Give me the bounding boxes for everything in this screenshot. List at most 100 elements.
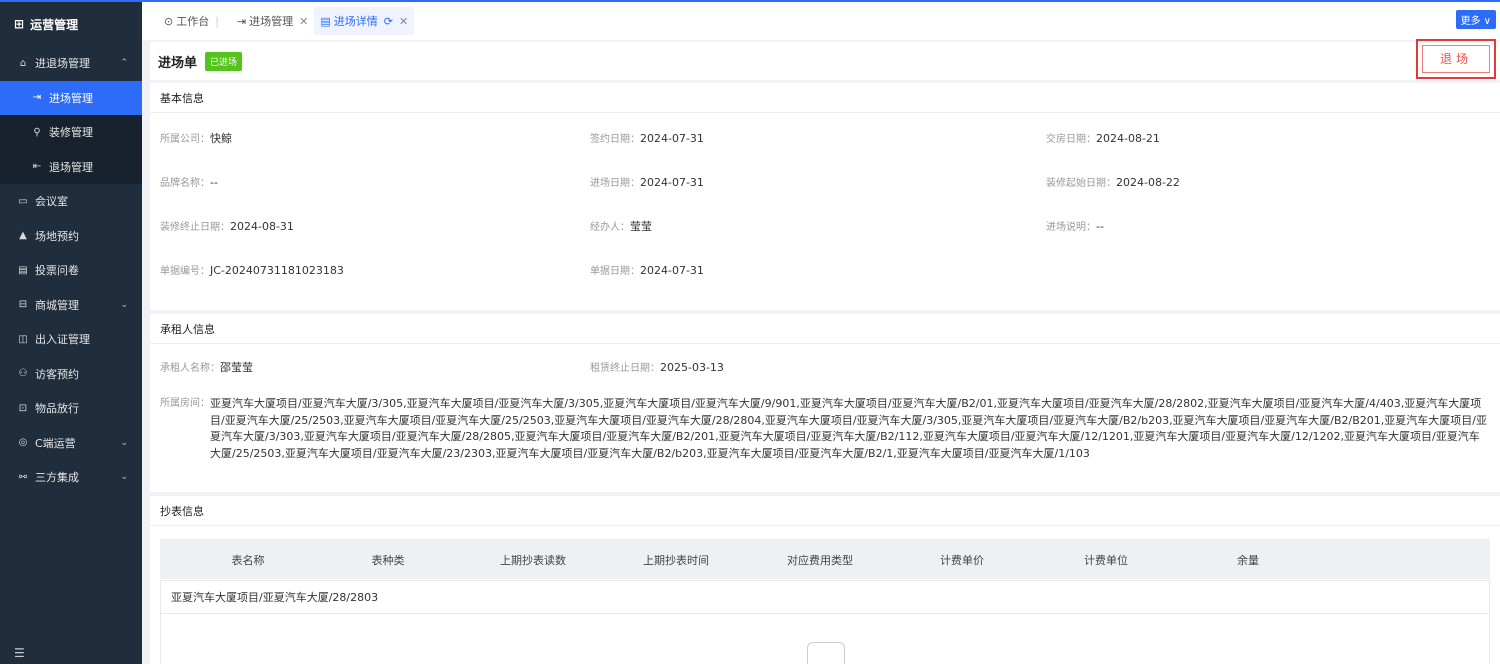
sidebar-item-c-operation[interactable]: ◎ C端运营 ⌄ bbox=[0, 426, 142, 461]
column-header: 上期抄表时间 bbox=[643, 554, 709, 567]
section-title: 承租人信息 bbox=[150, 314, 1500, 344]
tab-entry-management[interactable]: ⇥ 进场管理 ✕ bbox=[231, 7, 314, 35]
field-document-date: 单据日期：2024-07-31 bbox=[590, 262, 704, 277]
field-sign-date: 签约日期：2024-07-31 bbox=[590, 130, 704, 145]
entry-icon: ⇥ bbox=[236, 14, 247, 28]
shop-icon: ⊟ bbox=[18, 299, 28, 311]
table-empty-area bbox=[160, 614, 1490, 664]
main-content: 进场单 已进场 退场 基本信息 所属公司：快鲸 签约日期：2024-07-31 … bbox=[150, 39, 1500, 664]
sidebar-item-exit[interactable]: ⇤ 退场管理 bbox=[0, 149, 142, 184]
sidebar-item-label: 退场管理 bbox=[49, 160, 93, 174]
column-header: 表种类 bbox=[371, 554, 405, 567]
collapse-menu-icon[interactable]: ☰ bbox=[14, 646, 25, 660]
table-group-row: 亚夏汽车大厦项目/亚夏汽车大厦/28/2803 bbox=[160, 580, 1490, 614]
meter-info-section: 抄表信息 表名称 表种类 上期抄表读数 上期抄表时间 对应费用类型 计费单价 计… bbox=[150, 496, 1500, 664]
sidebar-item-label: 商城管理 bbox=[35, 298, 79, 312]
section-title: 基本信息 bbox=[150, 83, 1500, 113]
field-value: 2025-03-13 bbox=[660, 361, 724, 374]
chevron-down-icon: ⌄ bbox=[120, 437, 128, 448]
column-header: 对应费用类型 bbox=[787, 554, 853, 567]
field-renovation-start: 装修起始日期：2024-08-22 bbox=[1046, 174, 1180, 189]
column-header: 余量 bbox=[1237, 554, 1259, 567]
field-value: 快鲸 bbox=[210, 132, 232, 145]
sidebar-item-vote-survey[interactable]: ▤ 投票问卷 bbox=[0, 253, 142, 288]
tenant-info-section: 承租人信息 承租人名称：邵莹莹 租赁终止日期：2025-03-13 所属房间： … bbox=[150, 314, 1500, 492]
sidebar-item-label: 物品放行 bbox=[35, 402, 79, 416]
refresh-icon[interactable]: ⟳ bbox=[384, 15, 393, 28]
field-tenant-name: 承租人名称：邵莹莹 bbox=[160, 359, 253, 375]
grid-icon: ⊞ bbox=[14, 17, 25, 31]
sidebar-item-label: 三方集成 bbox=[35, 471, 79, 485]
field-value: -- bbox=[1096, 220, 1104, 233]
field-label: 交房日期： bbox=[1046, 134, 1096, 145]
card-icon: ◫ bbox=[18, 333, 28, 345]
sidebar-item-label: 进场管理 bbox=[49, 91, 93, 105]
field-label: 租赁终止日期： bbox=[590, 363, 660, 374]
tab-workbench[interactable]: ⊙ 工作台 | bbox=[158, 7, 231, 35]
column-header: 上期抄表读数 bbox=[500, 554, 566, 567]
sidebar-item-goods-release[interactable]: ⊡ 物品放行 bbox=[0, 391, 142, 426]
more-tabs-button[interactable]: 更多 ∨ bbox=[1455, 10, 1496, 29]
chevron-down-icon: ⌄ bbox=[120, 299, 128, 310]
sidebar-item-venue-booking[interactable]: ▲ 场地预约 bbox=[0, 219, 142, 254]
field-value: 2024-07-31 bbox=[640, 132, 704, 145]
sidebar-item-label: 投票问卷 bbox=[35, 264, 79, 278]
field-value: 2024-07-31 bbox=[640, 264, 704, 277]
chevron-up-icon: ⌃ bbox=[120, 58, 128, 69]
sidebar-item-label: 会议室 bbox=[35, 195, 68, 209]
field-label: 单据编号： bbox=[160, 266, 210, 277]
sidebar-item-mall[interactable]: ⊟ 商城管理 ⌄ bbox=[0, 288, 142, 323]
sidebar-item-entry-exit[interactable]: ⌂ 进退场管理 ⌃ bbox=[0, 46, 142, 81]
exit-button[interactable]: 退场 bbox=[1422, 45, 1490, 73]
empty-box-icon bbox=[807, 642, 845, 664]
sidebar-header-operations[interactable]: ⊞ 运营管理 bbox=[0, 2, 142, 46]
sidebar-item-label: 装修管理 bbox=[49, 126, 93, 140]
tab-entry-detail[interactable]: ▤ 进场详情 ⟳ ✕ bbox=[314, 7, 415, 35]
field-entry-date: 进场日期：2024-07-31 bbox=[590, 174, 704, 189]
sidebar-item-label: C端运营 bbox=[35, 436, 76, 450]
sidebar-item-integration[interactable]: ⚯ 三方集成 ⌄ bbox=[0, 460, 142, 495]
field-handover-date: 交房日期：2024-08-21 bbox=[1046, 130, 1160, 145]
sidebar-item-label: 访客预约 bbox=[35, 367, 79, 381]
status-badge: 已进场 bbox=[205, 51, 243, 71]
field-rooms: 所属房间： 亚夏汽车大厦项目/亚夏汽车大厦/3/305,亚夏汽车大厦项目/亚夏汽… bbox=[160, 396, 1490, 462]
sidebar-item-visitor[interactable]: ⚇ 访客预约 bbox=[0, 357, 142, 392]
field-label: 进场日期： bbox=[590, 178, 640, 189]
document-header: 进场单 已进场 退场 bbox=[150, 39, 1500, 80]
field-entry-note: 进场说明：-- bbox=[1046, 218, 1104, 233]
link-icon: ⚯ bbox=[18, 471, 28, 483]
sidebar-item-renovation[interactable]: ⚲ 装修管理 bbox=[0, 115, 142, 150]
sidebar-item-label: 出入证管理 bbox=[35, 333, 90, 347]
sidebar-item-meeting-room[interactable]: ▭ 会议室 bbox=[0, 184, 142, 219]
sidebar-item-pass[interactable]: ◫ 出入证管理 bbox=[0, 322, 142, 357]
field-value: 2024-07-31 bbox=[640, 176, 704, 189]
close-icon[interactable]: ✕ bbox=[399, 15, 408, 28]
sidebar-item-entry[interactable]: ⇥ 进场管理 bbox=[0, 80, 142, 115]
column-header: 计费单价 bbox=[940, 554, 984, 567]
column-header: 计费单位 bbox=[1084, 554, 1128, 567]
field-label: 进场说明： bbox=[1046, 222, 1096, 233]
field-brand: 品牌名称：-- bbox=[160, 174, 218, 189]
document-icon: ▤ bbox=[320, 14, 331, 28]
field-value: -- bbox=[210, 176, 218, 189]
close-icon[interactable]: ✕ bbox=[299, 15, 308, 28]
tab-bar: ⊙ 工作台 | ⇥ 进场管理 ✕ ▤ 进场详情 ⟳ ✕ 更多 ∨ bbox=[142, 0, 1500, 40]
tab-label: 进场详情 bbox=[333, 15, 378, 28]
table-header: 表名称 表种类 上期抄表读数 上期抄表时间 对应费用类型 计费单价 计费单位 余… bbox=[160, 539, 1490, 579]
user-icon: ▲ bbox=[19, 230, 27, 242]
home-icon: ⌂ bbox=[19, 57, 27, 69]
field-handler: 经办人：莹莹 bbox=[590, 218, 652, 234]
field-label: 所属公司： bbox=[160, 134, 210, 145]
field-value: 莹莹 bbox=[630, 220, 652, 233]
tab-label: 进场管理 bbox=[249, 15, 294, 28]
field-value: JC-20240731181023183 bbox=[210, 264, 344, 277]
target-icon: ◎ bbox=[18, 437, 28, 449]
field-label: 承租人名称： bbox=[160, 363, 220, 374]
field-renovation-end: 装修终止日期：2024-08-31 bbox=[160, 218, 294, 233]
field-label: 装修起始日期： bbox=[1046, 178, 1116, 189]
dashboard-icon: ⊙ bbox=[164, 14, 174, 28]
entry-icon: ⇥ bbox=[32, 92, 42, 104]
tab-separator: | bbox=[215, 14, 219, 28]
field-label: 单据日期： bbox=[590, 266, 640, 277]
field-value: 亚夏汽车大厦项目/亚夏汽车大厦/3/305,亚夏汽车大厦项目/亚夏汽车大厦/3/… bbox=[210, 397, 1487, 460]
